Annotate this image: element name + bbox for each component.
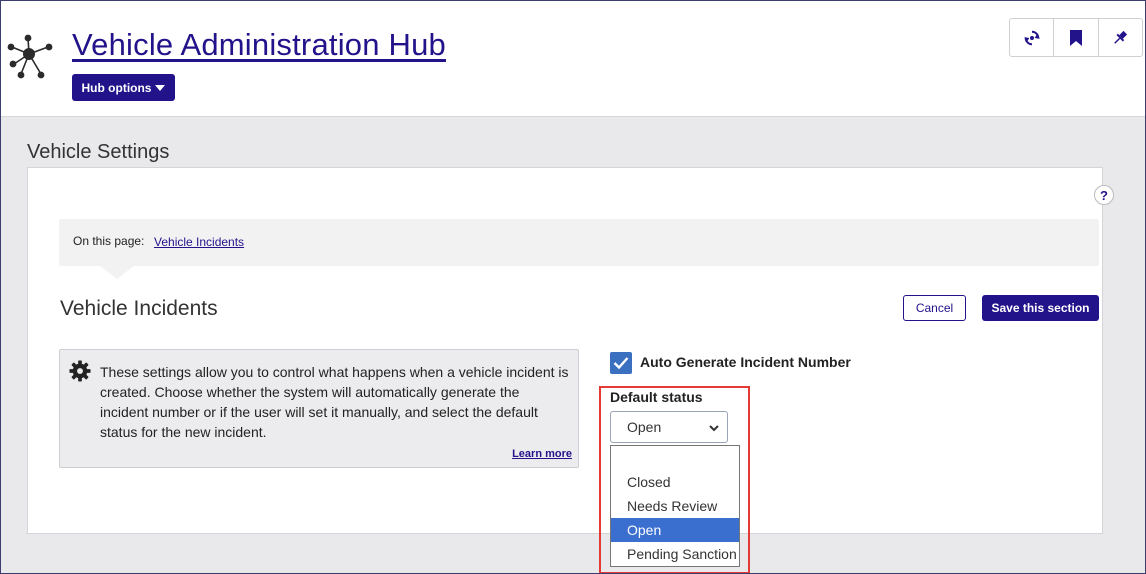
hub-header: Vehicle Administration Hub Hub options (1, 1, 1145, 117)
caret-down-icon (155, 84, 166, 91)
panel-pointer (99, 265, 135, 279)
hub-toolbar (1009, 18, 1143, 57)
help-icon: ? (1100, 187, 1108, 203)
bookmark-button[interactable] (1054, 19, 1099, 56)
info-box: These settings allow you to control what… (59, 349, 579, 468)
cancel-button[interactable]: Cancel (903, 295, 966, 321)
auto-generate-label: Auto Generate Incident Number (640, 354, 851, 370)
pin-icon (1114, 30, 1128, 44)
section-title: Vehicle Settings (27, 141, 170, 163)
app-window: Vehicle Administration Hub Hub options V… (0, 0, 1146, 574)
on-this-page-label: On this page: (73, 234, 145, 248)
on-this-page-panel: On this page: Vehicle Incidents (59, 219, 1099, 266)
auto-generate-checkbox[interactable] (610, 352, 632, 374)
save-section-button[interactable]: Save this section (982, 295, 1099, 321)
highlight-box (599, 386, 750, 573)
hub-options-label: Hub options (81, 80, 152, 95)
vehicle-incidents-anchor-link[interactable]: Vehicle Incidents (154, 235, 244, 249)
bookmark-icon (1069, 29, 1082, 46)
info-description: These settings allow you to control what… (100, 364, 569, 440)
sync-icon (1024, 30, 1040, 45)
gear-icon (69, 360, 91, 382)
hub-title-link[interactable]: Vehicle Administration Hub (72, 27, 446, 63)
learn-more-link[interactable]: Learn more (512, 448, 572, 460)
checkmark-icon (613, 357, 629, 370)
sync-button[interactable] (1010, 19, 1055, 56)
incidents-section-title: Vehicle Incidents (60, 297, 218, 320)
network-hub-icon (7, 34, 53, 79)
help-button[interactable]: ? (1094, 185, 1114, 205)
pin-button[interactable] (1099, 19, 1142, 56)
hub-options-button[interactable]: Hub options (72, 74, 175, 101)
